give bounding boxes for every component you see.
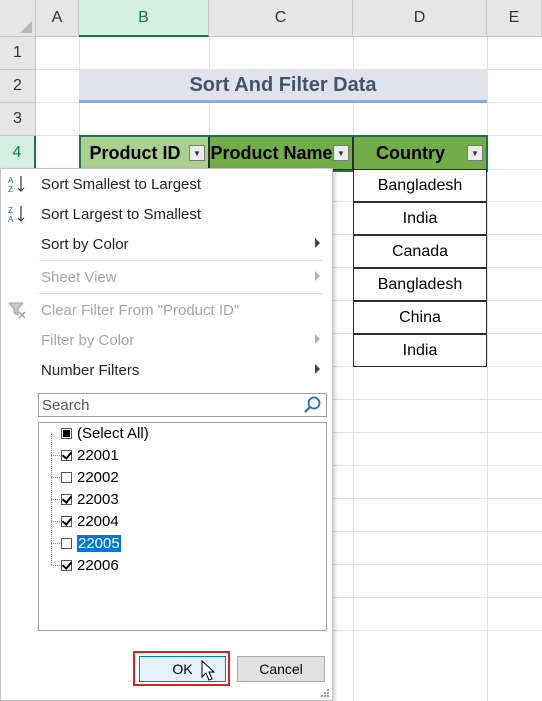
list-item-select-all[interactable]: (Select All) [61,423,149,443]
cell-country[interactable]: Bangladesh [353,268,487,301]
svg-text:A: A [8,215,14,224]
header-product-name-label: Product Name [210,142,333,163]
menu-separator [39,293,322,294]
checkbox[interactable] [61,449,72,461]
menu-sheet-view: Sheet View [1,263,332,291]
menu-filter-by-color: Filter by Color [1,326,332,354]
cell-country[interactable]: India [353,334,487,367]
cancel-button[interactable]: Cancel [237,656,325,682]
search-icon [304,396,321,413]
cell-country[interactable]: Canada [353,235,487,268]
column-header-e[interactable]: E [487,0,542,37]
list-item[interactable]: 22003 [61,489,119,509]
filter-dropdown-icon[interactable]: ▼ [333,145,349,161]
tree-line [51,521,60,522]
svg-text:A: A [8,176,14,185]
tree-line [51,477,60,478]
menu-item-label: Filter by Color [41,331,135,349]
svg-text:Z: Z [8,185,13,194]
header-country[interactable]: Country ▼ [353,136,487,170]
column-header-a[interactable]: A [36,0,79,37]
row-header[interactable]: 4 [0,136,36,170]
filter-dropdown-icon[interactable]: ▼ [189,145,205,161]
row-header[interactable]: 2 [0,70,36,103]
select-all-corner[interactable] [0,0,36,37]
list-item-label: 22004 [77,512,119,530]
list-item[interactable]: 22004 [61,511,119,531]
column-header-b[interactable]: B [79,0,209,37]
menu-item-label: Number Filters [41,361,140,379]
list-item-label: 22002 [77,468,119,486]
tree-line [51,543,60,544]
list-item-label: 22001 [77,446,119,464]
list-item[interactable]: 22002 [61,467,119,487]
grid-line [487,37,488,701]
menu-clear-filter: Clear Filter From "Product ID" [1,296,332,324]
menu-sort-ascending[interactable]: A Z Sort Smallest to Largest [1,170,332,198]
menu-sort-descending[interactable]: Z A Sort Largest to Smallest [1,200,332,228]
menu-item-label: Sheet View [41,268,117,286]
checkbox[interactable] [61,493,72,505]
filter-dropdown-icon[interactable]: ▼ [467,145,483,161]
list-item[interactable]: 22006 [61,555,119,575]
row-header[interactable]: 3 [0,103,36,136]
list-item-label: 22003 [77,490,119,508]
menu-separator [39,260,322,261]
header-product-name[interactable]: Product Name ▼ [209,136,353,170]
autofilter-menu: A Z Sort Smallest to Largest Z A Sort La… [0,168,333,701]
cell-country[interactable]: Bangladesh [353,169,487,202]
tree-line [51,499,60,500]
cell-country[interactable]: India [353,202,487,235]
checkbox[interactable] [61,515,72,527]
tree-line [51,565,60,566]
row-header[interactable]: 1 [0,37,36,70]
filter-search-input[interactable]: Search [38,393,327,417]
list-item-label: 22005 [77,534,121,552]
sort-ascending-icon: A Z [8,176,25,194]
svg-text:Z: Z [8,206,13,215]
list-item-label: (Select All) [77,424,149,442]
tree-line [51,455,60,456]
sheet-title: Sort And Filter Data [79,70,487,103]
menu-sort-by-color[interactable]: Sort by Color [1,230,332,258]
header-product-id-label: Product ID [89,142,181,163]
header-country-label: Country [376,142,445,163]
submenu-arrow-icon [315,271,320,281]
submenu-arrow-icon [315,238,320,248]
sort-descending-icon: Z A [8,206,25,224]
checkbox[interactable] [61,427,72,439]
list-item[interactable]: 22001 [61,445,119,465]
clear-filter-icon [7,302,26,319]
resize-grip-icon[interactable] [321,689,329,697]
menu-number-filters[interactable]: Number Filters [1,356,332,384]
header-product-id[interactable]: Product ID ▼ [80,136,209,170]
column-header-d[interactable]: D [353,0,487,37]
search-placeholder: Search [42,397,90,414]
list-item[interactable]: 22005 [61,533,121,553]
checkbox[interactable] [61,559,72,571]
cell-country[interactable]: China [353,301,487,334]
menu-item-label: Sort by Color [41,235,129,253]
menu-item-label: Sort Largest to Smallest [41,205,202,223]
checkbox[interactable] [61,471,72,483]
menu-item-label: Clear Filter From "Product ID" [41,301,240,319]
submenu-arrow-icon [315,364,320,374]
menu-item-label: Sort Smallest to Largest [41,175,202,193]
list-item-label: 22006 [77,556,119,574]
submenu-arrow-icon [315,334,320,344]
mouse-cursor-icon [201,660,216,681]
filter-value-list[interactable]: (Select All) 22001 22002 22003 22004 220… [38,422,327,631]
column-header-c[interactable]: C [209,0,353,37]
checkbox[interactable] [61,537,72,549]
